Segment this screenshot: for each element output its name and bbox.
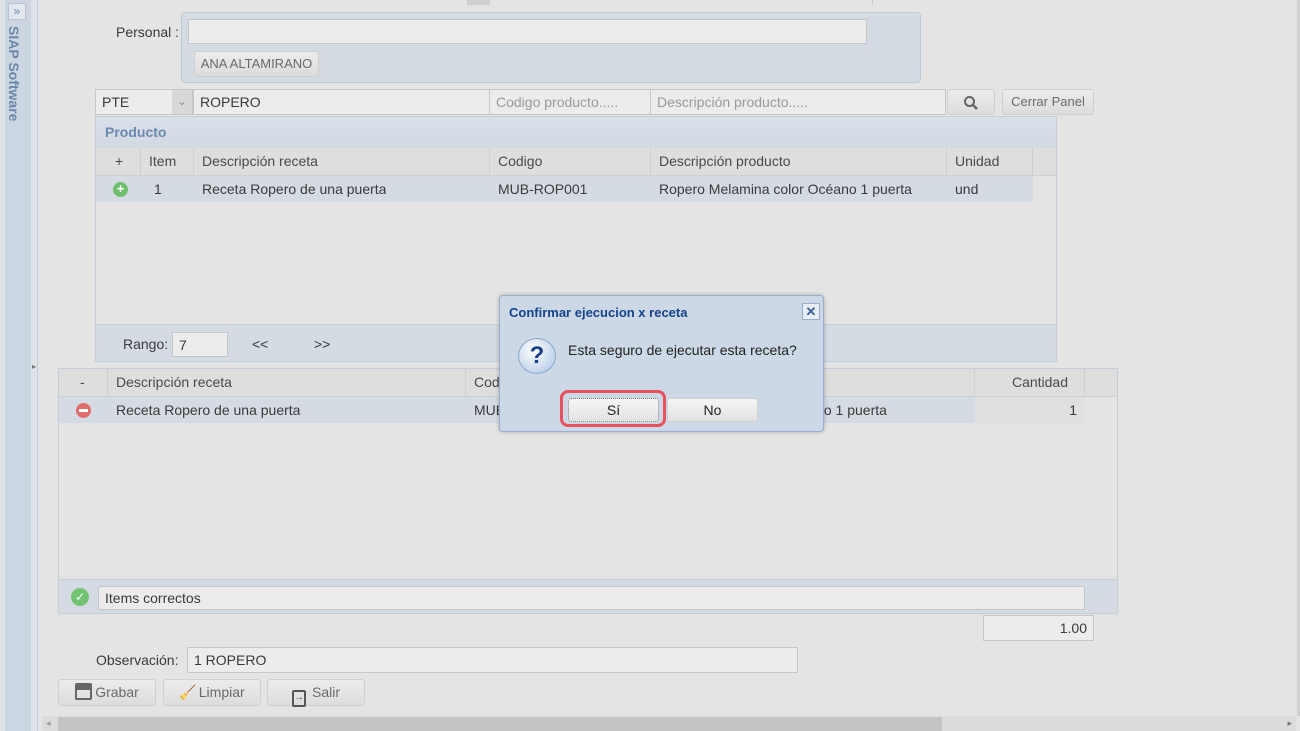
observation-input[interactable]: 1 ROPERO xyxy=(187,647,798,673)
dialog-title: Confirmar ejecucion x receta xyxy=(509,305,688,320)
question-icon: ? xyxy=(518,338,556,374)
col-code: Codigo xyxy=(490,148,651,175)
exit-icon: → xyxy=(291,690,306,707)
product-panel-title: Producto xyxy=(96,117,1056,148)
check-icon: ✓ xyxy=(71,588,89,606)
sidebar: » SIAP Software ▸ xyxy=(0,0,38,731)
employee-button[interactable]: ANA ALTAMIRANO xyxy=(194,51,319,77)
col-product: Descripción producto xyxy=(651,148,947,175)
save-button[interactable]: Grabar xyxy=(58,679,156,706)
col-item: Item xyxy=(141,148,194,175)
col-unit: Unidad xyxy=(947,148,1033,175)
save-icon xyxy=(75,683,93,700)
search-icon xyxy=(964,96,978,110)
code-input[interactable]: Codigo producto..... xyxy=(489,89,651,115)
chevron-down-icon[interactable]: ⌄ xyxy=(172,90,192,114)
table-row[interactable]: + 1 Receta Ropero de una puerta MUB-ROP0… xyxy=(96,176,1033,202)
confirm-dialog: Confirmar ejecucion x receta ✕ ? Esta se… xyxy=(499,295,824,432)
dialog-message: Esta seguro de ejecutar esta receta? xyxy=(568,342,797,358)
name-input[interactable]: ROPERO xyxy=(193,89,490,115)
add-icon[interactable]: + xyxy=(113,182,128,197)
double-chevron-right-icon[interactable]: » xyxy=(8,3,26,20)
col-add: + xyxy=(96,148,141,175)
col-remove: - xyxy=(59,369,108,396)
no-button[interactable]: No xyxy=(667,398,758,422)
personal-input[interactable] xyxy=(188,19,867,44)
col-recipe: Descripción receta xyxy=(108,369,466,396)
total-field: 1.00 xyxy=(983,615,1094,641)
next-page-button[interactable]: >> xyxy=(314,336,330,352)
clear-button[interactable]: 🧹 Limpiar xyxy=(163,679,261,706)
range-input[interactable]: 7 xyxy=(172,332,228,357)
observation-label: Observación: xyxy=(96,652,179,668)
yes-button[interactable]: Sí xyxy=(568,398,659,422)
horizontal-scrollbar[interactable]: ◂ ▸ xyxy=(42,716,1296,731)
close-panel-button[interactable]: Cerrar Panel xyxy=(1002,89,1094,115)
close-icon[interactable]: ✕ xyxy=(802,303,820,320)
scrollbar-thumb[interactable] xyxy=(58,717,942,731)
col-qty: Cantidad xyxy=(975,369,1085,396)
search-button[interactable] xyxy=(947,89,995,115)
status-field: Items correctos xyxy=(98,586,1085,610)
exit-button[interactable]: → Salir xyxy=(267,679,365,707)
broom-icon: 🧹 xyxy=(179,684,197,700)
personal-label: Personal : xyxy=(116,24,180,40)
col-recipe: Descripción receta xyxy=(194,148,490,175)
description-input[interactable]: Descripción producto..... xyxy=(650,89,946,115)
prev-page-button[interactable]: << xyxy=(252,336,268,352)
status-bar: ✓ Items correctos xyxy=(59,579,1117,613)
sidebar-title: SIAP Software xyxy=(6,26,22,122)
remove-icon[interactable] xyxy=(76,403,91,418)
product-grid-header: + Item Descripción receta Codigo Descrip… xyxy=(96,148,1056,176)
